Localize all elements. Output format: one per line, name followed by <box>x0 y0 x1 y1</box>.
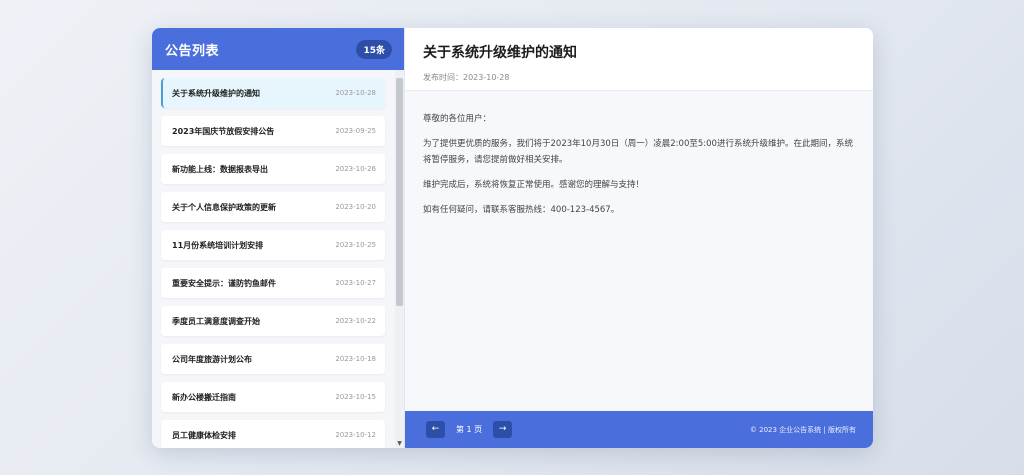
list-item[interactable]: 员工健康体检安排 2023-10-12 <box>161 420 385 448</box>
list-item[interactable]: 季度员工满意度调查开始 2023-10-22 <box>161 306 385 336</box>
content-paragraph: 维护完成后，系统将恢复正常使用。感谢您的理解与支持！ <box>423 180 645 190</box>
pagination: ← 第 1 页 → <box>426 421 513 438</box>
item-title: 11月份系统培训计划安排 <box>172 240 264 250</box>
detail-content: 尊敬的各位用户： 为了提供更优质的服务，我们将于2023年10月30日（周一）凌… <box>405 91 873 411</box>
announcement-list: 关于系统升级维护的通知 2023-10-28 2023年国庆节放假安排公告 20… <box>152 70 385 448</box>
detail-header: 关于系统升级维护的通知 发布时间：2023-10-28 <box>405 28 873 91</box>
item-title: 重要安全提示：谨防钓鱼邮件 <box>172 278 276 288</box>
item-date: 2023-09-25 <box>335 127 376 135</box>
item-date: 2023-10-15 <box>335 393 376 401</box>
detail-title: 关于系统升级维护的通知 <box>423 45 577 61</box>
item-date: 2023-10-28 <box>335 89 376 97</box>
item-title: 新功能上线：数据报表导出 <box>172 164 268 174</box>
item-date: 2023-10-22 <box>335 317 376 325</box>
item-date: 2023-10-26 <box>335 165 376 173</box>
content-paragraph: 尊敬的各位用户： <box>423 114 492 124</box>
item-title: 季度员工满意度调查开始 <box>172 316 260 326</box>
scrollbar-thumb[interactable] <box>396 78 403 306</box>
item-date: 2023-10-25 <box>335 241 376 249</box>
announcement-card: 公告列表 15条 关于系统升级维护的通知 2023-10-28 2023年国庆节… <box>152 28 873 448</box>
list-item[interactable]: 关于个人信息保护政策的更新 2023-10-20 <box>161 192 385 222</box>
list-item[interactable]: 新办公楼搬迁指南 2023-10-15 <box>161 382 385 412</box>
content-paragraph: 如有任何疑问，请联系客服热线：400-123-4567。 <box>423 205 620 215</box>
item-title: 关于个人信息保护政策的更新 <box>172 202 276 212</box>
content-paragraph: 为了提供更优质的服务，我们将于2023年10月30日（周一）凌晨2:00至5:0… <box>423 139 853 165</box>
list-item[interactable]: 2023年国庆节放假安排公告 2023-09-25 <box>161 116 385 146</box>
list-scrollbar[interactable]: ▼ <box>395 70 404 448</box>
item-date: 2023-10-18 <box>335 355 376 363</box>
item-title: 关于系统升级维护的通知 <box>172 88 260 98</box>
list-title: 公告列表 <box>165 43 220 59</box>
item-title: 新办公楼搬迁指南 <box>172 392 236 402</box>
item-date: 2023-10-27 <box>335 279 376 287</box>
prev-page-button[interactable]: ← <box>426 421 445 438</box>
list-item[interactable]: 公司年度旅游计划公布 2023-10-18 <box>161 344 385 374</box>
item-date: 2023-10-12 <box>335 431 376 439</box>
page-indicator: 第 1 页 <box>456 425 483 434</box>
list-header: 公告列表 15条 <box>152 28 404 70</box>
list-scroll-area[interactable]: 关于系统升级维护的通知 2023-10-28 2023年国庆节放假安排公告 20… <box>152 70 404 448</box>
announcement-list-panel: 公告列表 15条 关于系统升级维护的通知 2023-10-28 2023年国庆节… <box>152 28 405 448</box>
copyright-text: © 2023 企业公告系统 | 版权所有 <box>749 425 856 434</box>
item-date: 2023-10-20 <box>335 203 376 211</box>
list-item[interactable]: 重要安全提示：谨防钓鱼邮件 2023-10-27 <box>161 268 385 298</box>
detail-footer: ← 第 1 页 → © 2023 企业公告系统 | 版权所有 <box>405 411 873 448</box>
announcement-detail-panel: 关于系统升级维护的通知 发布时间：2023-10-28 尊敬的各位用户： 为了提… <box>405 28 873 448</box>
publish-time: 发布时间：2023-10-28 <box>423 73 510 82</box>
list-item[interactable]: 新功能上线：数据报表导出 2023-10-26 <box>161 154 385 184</box>
item-title: 公司年度旅游计划公布 <box>172 354 252 364</box>
list-item[interactable]: 关于系统升级维护的通知 2023-10-28 <box>161 78 385 108</box>
count-badge: 15条 <box>356 39 392 59</box>
item-title: 2023年国庆节放假安排公告 <box>172 126 275 136</box>
chevron-down-icon[interactable]: ▼ <box>395 440 404 448</box>
next-page-button[interactable]: → <box>493 421 513 438</box>
item-title: 员工健康体检安排 <box>172 430 236 440</box>
list-item[interactable]: 11月份系统培训计划安排 2023-10-25 <box>161 230 385 260</box>
